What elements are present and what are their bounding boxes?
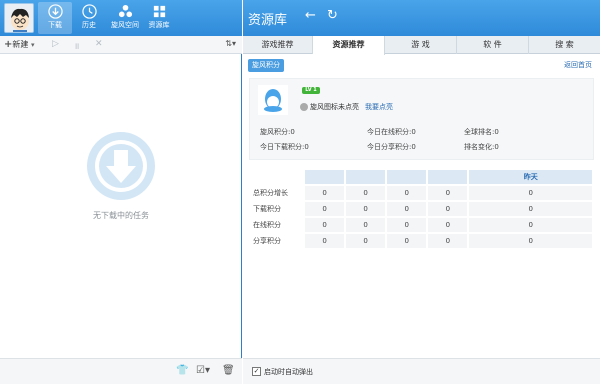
stat-rank-change: 排名变化:0 (464, 143, 499, 151)
row-label: 在线积分 (251, 218, 303, 232)
table-cell: 0 (305, 218, 345, 232)
qq-avatar-icon (258, 85, 288, 115)
trash-icon[interactable]: 🗑 (222, 365, 235, 376)
stat-today-online: 今日在线积分:0 (367, 128, 416, 136)
tab-games[interactable]: 游 戏 (385, 36, 457, 54)
right-bottombar: ✓ 启动时自动弹出 (243, 358, 600, 384)
table-header-yesterday: 昨天 (469, 170, 592, 184)
table-cell: 0 (469, 234, 592, 248)
library-icon (153, 5, 165, 18)
tab-game-recommend[interactable]: 游戏推荐 (243, 36, 313, 54)
table-cell: 0 (346, 218, 386, 232)
table-row: 总积分增长 0 0 0 0 0 (251, 186, 592, 200)
table-header-cell (346, 170, 386, 184)
table-cell: 0 (305, 234, 345, 248)
left-topbar: 下载 历史 旋风空间 资源库 (0, 0, 242, 36)
nav-download[interactable]: 下载 (38, 2, 72, 34)
table-cell: 0 (387, 202, 427, 216)
download-panel: 下载 历史 旋风空间 资源库 +新建 ▾ ▷ ॥ ✕ ⇅▾ 无下载中的任务 👕 … (0, 0, 242, 384)
nav-history-label: 历史 (82, 21, 96, 29)
tab-search[interactable]: 搜 索 (529, 36, 600, 54)
nav-history[interactable]: 历史 (72, 2, 106, 34)
left-bottombar: 👕 ☑▾ 🗑 (0, 358, 242, 384)
points-table: 昨天 总积分增长 0 0 0 0 0 下载积分 0 0 0 0 0 在线积分 0… (249, 168, 594, 250)
tab-resource-recommend[interactable]: 资源推荐 (313, 36, 385, 55)
empty-download-icon (87, 132, 155, 200)
new-task-button[interactable]: +新建 ▾ (4, 39, 34, 50)
library-header: 资源库 ← ↻ (243, 0, 600, 36)
download-toolbar: +新建 ▾ ▷ ॥ ✕ ⇅▾ (0, 36, 242, 54)
table-cell: 0 (428, 234, 468, 248)
autostart-label: 启动时自动弹出 (264, 368, 313, 376)
back-icon[interactable]: ← (305, 8, 316, 23)
level-badge: LV 1 (302, 87, 320, 94)
cloud-space-icon (118, 4, 132, 18)
row-label: 总积分增长 (251, 186, 303, 200)
download-icon (47, 4, 63, 19)
status-text: 旋风图标未点亮 (310, 103, 359, 111)
stat-today-share: 今日分享积分:0 (367, 143, 416, 151)
refresh-icon[interactable]: ↻ (327, 8, 338, 23)
table-row: 分享积分 0 0 0 0 0 (251, 234, 592, 248)
history-icon (81, 4, 97, 19)
stat-xuanfeng-points: 旋风积分:0 (260, 128, 295, 136)
nav-cloud-space[interactable]: 旋风空间 (108, 2, 142, 34)
table-cell: 0 (346, 234, 386, 248)
avatar[interactable] (4, 3, 34, 33)
avatar-face-icon (5, 4, 33, 32)
empty-state: 无下载中的任务 (0, 130, 242, 221)
table-cell: 0 (428, 186, 468, 200)
table-cell: 0 (346, 202, 386, 216)
library-title: 资源库 (248, 13, 288, 28)
table-cell: 0 (469, 218, 592, 232)
delete-icon[interactable]: ✕ (95, 39, 103, 49)
pause-icon[interactable]: ॥ (74, 39, 79, 52)
batch-select-icon[interactable]: ☑▾ (196, 365, 210, 376)
row-label: 下载积分 (251, 202, 303, 216)
table-row: 下载积分 0 0 0 0 0 (251, 202, 592, 216)
light-up-link[interactable]: 我要点亮 (365, 103, 393, 111)
nav-cloud-space-label: 旋风空间 (111, 21, 139, 29)
library-panel: 资源库 ← ↻ 游戏推荐 资源推荐 游 戏 软 件 搜 索 旋风积分 返回首页 … (243, 0, 600, 384)
autostart-checkbox[interactable]: ✓ (252, 367, 261, 376)
table-cell: 0 (387, 234, 427, 248)
sub-toolbar: 旋风积分 返回首页 (243, 56, 600, 74)
stat-today-download: 今日下载积分:0 (260, 143, 309, 151)
table-row: 在线积分 0 0 0 0 0 (251, 218, 592, 232)
empty-state-text: 无下载中的任务 (93, 211, 149, 220)
row-label: 分享积分 (251, 234, 303, 248)
xuanfeng-status-icon (300, 103, 308, 111)
table-cell: 0 (428, 202, 468, 216)
table-header: 昨天 (251, 170, 592, 184)
tab-software[interactable]: 软 件 (457, 36, 529, 54)
back-home-link[interactable]: 返回首页 (564, 60, 592, 70)
chevron-down-icon[interactable]: ▾ (31, 41, 35, 49)
nav-download-label: 下载 (48, 21, 62, 29)
new-task-label: 新建 (12, 40, 29, 49)
points-info-card: LV 1 旋风图标未点亮 我要点亮 旋风积分:0 今日下载积分:0 今日在线积分:… (249, 78, 594, 160)
points-button[interactable]: 旋风积分 (248, 59, 284, 72)
table-cell: 0 (469, 186, 592, 200)
table-header-blank (251, 170, 303, 184)
nav-library[interactable]: 资源库 (142, 2, 176, 34)
icon-status-row: 旋风图标未点亮 我要点亮 (300, 102, 393, 112)
table-cell: 0 (305, 202, 345, 216)
table-cell: 0 (346, 186, 386, 200)
table-cell: 0 (387, 218, 427, 232)
table-header-cell (387, 170, 427, 184)
library-tabs: 游戏推荐 资源推荐 游 戏 软 件 搜 索 (243, 36, 600, 55)
table-header-cell (428, 170, 468, 184)
table-cell: 0 (469, 202, 592, 216)
app-window: 下载 历史 旋风空间 资源库 +新建 ▾ ▷ ॥ ✕ ⇅▾ 无下载中的任务 👕 … (0, 0, 600, 384)
nav-library-label: 资源库 (148, 21, 170, 29)
table-cell: 0 (305, 186, 345, 200)
stat-global-rank: 全球排名:0 (464, 128, 499, 136)
play-icon[interactable]: ▷ (52, 39, 59, 49)
table-cell: 0 (387, 186, 427, 200)
skin-icon[interactable]: 👕 (176, 365, 188, 376)
sort-icon[interactable]: ⇅▾ (225, 39, 236, 48)
table-cell: 0 (428, 218, 468, 232)
table-header-cell (305, 170, 345, 184)
